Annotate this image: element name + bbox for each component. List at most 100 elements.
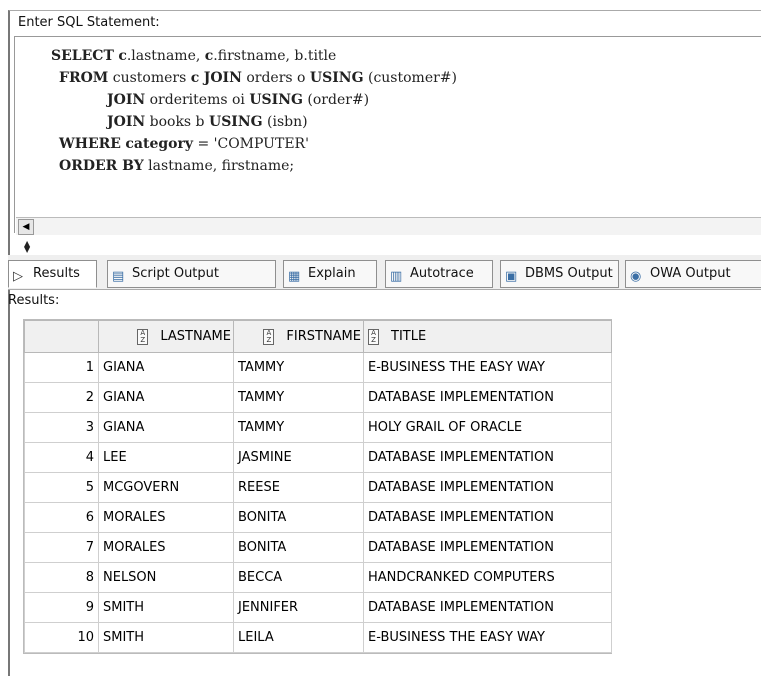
sql-line[interactable]: SELECT c.lastname, c.firstname, b.title xyxy=(51,45,457,67)
tab-dbms-output[interactable]: ▣ DBMS Output xyxy=(500,260,619,288)
sql-text: (customer#) xyxy=(363,70,457,86)
sql-line[interactable]: ORDER BY lastname, firstname; xyxy=(51,155,457,177)
cell-firstname[interactable]: LEILA xyxy=(233,622,364,653)
column-type-icon: AZ xyxy=(137,328,149,345)
cell-firstname[interactable]: REESE xyxy=(233,472,364,503)
cell-lastname[interactable]: LEE xyxy=(98,442,234,473)
cell-lastname[interactable]: MCGOVERN xyxy=(98,472,234,503)
autotrace-icon: ▥ xyxy=(390,269,403,284)
column-type-icon: AZ xyxy=(263,328,275,345)
table-row[interactable]: 3 GIANA TAMMY HOLY GRAIL OF ORACLE xyxy=(24,412,612,443)
sql-text: (order#) xyxy=(302,92,370,108)
cell-title[interactable]: E-BUSINESS THE EASY WAY xyxy=(363,622,612,653)
table-row[interactable]: 6 MORALES BONITA DATABASE IMPLEMENTATION xyxy=(24,502,612,533)
table-row[interactable]: 2 GIANA TAMMY DATABASE IMPLEMENTATION xyxy=(24,382,612,413)
column-type-icon: AZ xyxy=(368,328,379,345)
sql-line[interactable]: JOIN orderitems oi USING (order#) xyxy=(51,89,457,111)
sql-editor[interactable]: SELECT c.lastname, c.firstname, b.title F… xyxy=(14,36,761,233)
sql-text: customers xyxy=(108,70,191,86)
cell-firstname[interactable]: BONITA xyxy=(233,502,364,533)
sql-keyword: category xyxy=(125,136,193,152)
sql-keyword: JOIN xyxy=(203,70,242,86)
cell-lastname[interactable]: MORALES xyxy=(98,502,234,533)
cell-firstname[interactable]: JASMINE xyxy=(233,442,364,473)
sql-line[interactable]: JOIN books b USING (isbn) xyxy=(51,111,457,133)
sql-keyword: WHERE xyxy=(59,136,121,152)
cell-firstname[interactable]: JENNIFER xyxy=(233,592,364,623)
table-row[interactable]: 8 NELSON BECCA HANDCRANKED COMPUTERS xyxy=(24,562,612,593)
table-row[interactable]: 7 MORALES BONITA DATABASE IMPLEMENTATION xyxy=(24,532,612,563)
cell-title[interactable]: DATABASE IMPLEMENTATION xyxy=(363,472,612,503)
row-number: 5 xyxy=(24,472,99,503)
table-row[interactable]: 5 MCGOVERN REESE DATABASE IMPLEMENTATION xyxy=(24,472,612,503)
row-number: 10 xyxy=(24,622,99,653)
row-number-header xyxy=(24,320,99,353)
tab-explain[interactable]: ▦ Explain xyxy=(283,260,377,288)
row-number: 7 xyxy=(24,532,99,563)
sql-line[interactable]: FROM customers c JOIN orders o USING (cu… xyxy=(51,67,457,89)
sql-text: (isbn) xyxy=(262,114,308,130)
sql-keyword: JOIN xyxy=(107,114,146,130)
table-row[interactable]: 1 GIANA TAMMY E-BUSINESS THE EASY WAY xyxy=(24,352,612,383)
tab-label: Explain xyxy=(308,266,356,281)
cell-lastname[interactable]: GIANA xyxy=(98,352,234,383)
row-number: 1 xyxy=(24,352,99,383)
sql-keyword: ORDER BY xyxy=(59,158,144,174)
tab-autotrace[interactable]: ▥ Autotrace xyxy=(385,260,493,288)
cell-firstname[interactable]: TAMMY xyxy=(233,382,364,413)
table-row[interactable]: 10 SMITH LEILA E-BUSINESS THE EASY WAY xyxy=(24,622,612,653)
results-icon: ▷ xyxy=(13,269,23,284)
cell-lastname[interactable]: NELSON xyxy=(98,562,234,593)
editor-label: Enter SQL Statement: xyxy=(18,15,160,30)
output-tab-bar: ▷ Results ▤ Script Output ▦ Explain ▥ Autotrace… xyxy=(8,255,761,290)
sql-text: .lastname, xyxy=(126,48,205,64)
cell-firstname[interactable]: TAMMY xyxy=(233,412,364,443)
cell-title[interactable]: DATABASE IMPLEMENTATION xyxy=(363,502,612,533)
tab-script-output[interactable]: ▤ Script Output xyxy=(107,260,276,288)
sql-keyword: c xyxy=(118,48,127,64)
cell-title[interactable]: E-BUSINESS THE EASY WAY xyxy=(363,352,612,383)
sql-text: = 'COMPUTER' xyxy=(193,136,309,152)
sql-keyword: c xyxy=(190,70,200,86)
cell-title[interactable]: DATABASE IMPLEMENTATION xyxy=(363,382,612,413)
cell-lastname[interactable]: MORALES xyxy=(98,532,234,563)
cell-lastname[interactable]: GIANA xyxy=(98,382,234,413)
row-number: 4 xyxy=(24,442,99,473)
column-header-firstname[interactable]: A Z FIRSTNAME xyxy=(233,320,364,353)
scroll-left-icon[interactable]: ◀ xyxy=(18,219,34,235)
tab-label: DBMS Output xyxy=(525,266,613,281)
cell-title[interactable]: DATABASE IMPLEMENTATION xyxy=(363,442,612,473)
sql-text: orderitems oi xyxy=(145,92,250,108)
table-row[interactable]: 9 SMITH JENNIFER DATABASE IMPLEMENTATION xyxy=(24,592,612,623)
tab-label: Autotrace xyxy=(410,266,474,281)
cell-title[interactable]: HOLY GRAIL OF ORACLE xyxy=(363,412,612,443)
table-row[interactable]: 4 LEE JASMINE DATABASE IMPLEMENTATION xyxy=(24,442,612,473)
cell-title[interactable]: DATABASE IMPLEMENTATION xyxy=(363,592,612,623)
tab-label: Results xyxy=(33,266,80,281)
cell-lastname[interactable]: SMITH xyxy=(98,592,234,623)
column-header-lastname[interactable]: A Z LASTNAME xyxy=(98,320,234,353)
cell-lastname[interactable]: GIANA xyxy=(98,412,234,443)
tab-owa-output[interactable]: ◉ OWA Output xyxy=(625,260,761,288)
sql-code[interactable]: SELECT c.lastname, c.firstname, b.title F… xyxy=(51,45,457,177)
cell-title[interactable]: HANDCRANKED COMPUTERS xyxy=(363,562,612,593)
tab-results[interactable]: ▷ Results xyxy=(8,260,97,288)
owa-output-icon: ◉ xyxy=(630,269,642,284)
cell-title[interactable]: DATABASE IMPLEMENTATION xyxy=(363,532,612,563)
sql-keyword: USING xyxy=(309,70,364,86)
cell-firstname[interactable]: BECCA xyxy=(233,562,364,593)
results-grid[interactable]: A Z LASTNAME A Z FIRSTNAME A Z TITLE 1 GIANA TAM… xyxy=(23,319,612,654)
sql-keyword: JOIN xyxy=(107,92,146,108)
row-number: 3 xyxy=(24,412,99,443)
sql-line[interactable]: WHERE category = 'COMPUTER' xyxy=(51,133,457,155)
cell-lastname[interactable]: SMITH xyxy=(98,622,234,653)
row-number: 2 xyxy=(24,382,99,413)
splitter-arrows-icon[interactable]: ▲ ▼ xyxy=(24,240,30,254)
cell-firstname[interactable]: TAMMY xyxy=(233,352,364,383)
cell-firstname[interactable]: BONITA xyxy=(233,532,364,563)
horizontal-scrollbar[interactable]: ◀ xyxy=(16,217,761,235)
column-header-title[interactable]: A Z TITLE xyxy=(363,320,612,353)
row-number: 8 xyxy=(24,562,99,593)
script-output-icon: ▤ xyxy=(112,269,125,284)
sql-keyword: USING xyxy=(208,114,263,130)
